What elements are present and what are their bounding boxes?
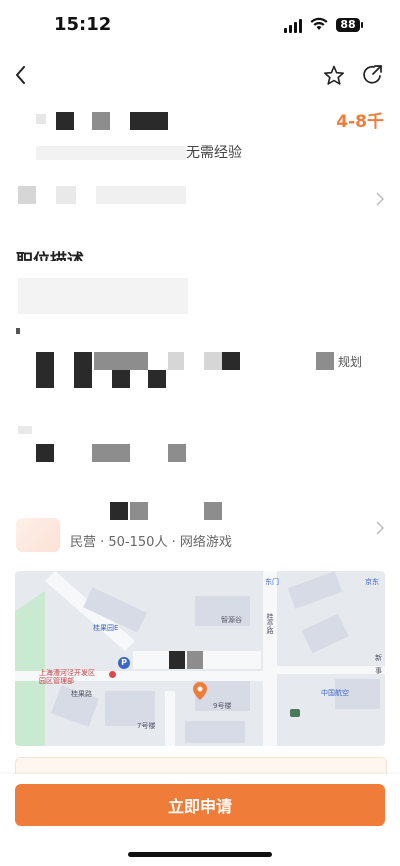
map-label-park: 桂果园E	[93, 624, 119, 632]
bus-icon	[290, 709, 300, 717]
company-meta: 民营 · 50-150人 · 网络游戏	[70, 535, 232, 550]
map-label-xin: 新	[375, 654, 382, 662]
home-indicator	[128, 852, 272, 857]
share-icon[interactable]	[362, 64, 384, 86]
map-address-redacted	[133, 651, 261, 669]
company-name-redacted	[90, 500, 240, 520]
favorite-star-icon[interactable]	[322, 64, 346, 88]
apply-button[interactable]: 立即申请	[15, 784, 385, 826]
job-description-redacted: 规划	[16, 278, 386, 478]
map-label-aviation: 中国航空	[321, 689, 349, 697]
location-redacted	[36, 146, 186, 160]
map-label-zhiyuan: 智源谷	[221, 616, 242, 624]
location-pin-icon	[193, 682, 207, 700]
location-map[interactable]: 东门 桂亭路 京东 桂果园E 智源谷 上海漕河泾开发区园区管理部 桂果路 9号楼…	[15, 571, 385, 746]
map-label-jd: 京东	[365, 578, 379, 586]
chevron-right-icon[interactable]	[376, 521, 384, 535]
map-label-road: 桂亭路	[266, 613, 274, 634]
battery-cap	[361, 22, 363, 28]
parking-icon: P	[118, 657, 130, 669]
description-title: 职位描述	[16, 251, 84, 261]
map-marker-icon	[109, 671, 116, 678]
job-title-redacted	[36, 110, 176, 132]
status-time: 15:12	[54, 14, 112, 35]
map-label-admin: 上海漕河泾开发区园区管理部	[39, 669, 95, 685]
recruiter-row[interactable]	[16, 180, 386, 210]
map-label-guiguo-road: 桂果路	[71, 690, 92, 698]
map-label-building-9: 9号楼	[213, 702, 232, 710]
battery-icon: 88	[336, 18, 360, 32]
map-label-building-7: 7号楼	[137, 722, 156, 730]
experience-requirement: 无需经验	[186, 145, 242, 161]
description-fragment: 规划	[338, 355, 363, 369]
cellular-signal-icon	[284, 19, 304, 33]
company-logo	[16, 518, 60, 552]
map-label-east-gate: 东门	[265, 578, 279, 586]
map-label-shi: 事	[375, 667, 382, 675]
wifi-icon	[310, 17, 328, 30]
back-arrow-icon[interactable]	[14, 66, 28, 84]
salary-range: 4-8千	[336, 112, 384, 132]
chevron-right-icon	[376, 192, 384, 206]
